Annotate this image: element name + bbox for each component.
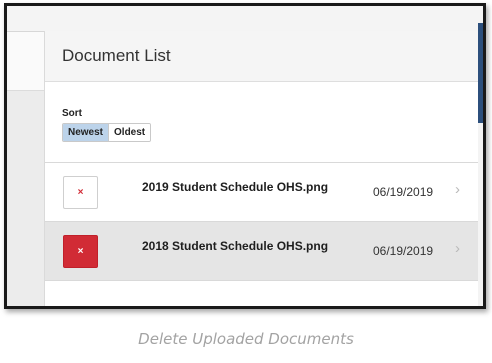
- empty-row: [45, 280, 480, 306]
- delete-document-button[interactable]: ×: [63, 176, 98, 209]
- panel-header: Document List: [45, 31, 480, 82]
- sort-area: Sort Newest Oldest: [45, 82, 480, 162]
- sort-toggle: Newest Oldest: [62, 123, 152, 142]
- scrollbar-track[interactable]: [478, 6, 483, 306]
- chevron-right-icon[interactable]: ›: [455, 240, 460, 257]
- screenshot-frame: Document List Sort Newest Oldest × 2019 …: [4, 3, 486, 309]
- document-date: 06/19/2019: [373, 244, 434, 258]
- left-pane-header: [7, 32, 44, 91]
- document-date: 06/19/2019: [373, 185, 434, 199]
- close-icon: ×: [77, 186, 84, 198]
- top-bar: [7, 6, 483, 31]
- document-name[interactable]: 2018 Student Schedule OHS.png: [142, 239, 328, 253]
- chevron-right-icon[interactable]: ›: [455, 181, 460, 198]
- document-name[interactable]: 2019 Student Schedule OHS.png: [142, 180, 328, 194]
- left-pane: [7, 31, 44, 306]
- page-title: Document List: [62, 46, 171, 65]
- sort-newest-button[interactable]: Newest: [63, 124, 109, 141]
- document-row[interactable]: × 2018 Student Schedule OHS.png 06/19/20…: [45, 221, 480, 280]
- document-list-panel: Document List Sort Newest Oldest × 2019 …: [44, 31, 480, 306]
- sort-oldest-button[interactable]: Oldest: [108, 124, 151, 141]
- sort-label: Sort: [62, 108, 82, 119]
- close-icon: ×: [77, 245, 84, 257]
- delete-document-button[interactable]: ×: [63, 235, 98, 268]
- figure-caption: Delete Uploaded Documents: [138, 330, 354, 348]
- document-row[interactable]: × 2019 Student Schedule OHS.png 06/19/20…: [45, 162, 480, 221]
- scrollbar-thumb[interactable]: [478, 23, 483, 123]
